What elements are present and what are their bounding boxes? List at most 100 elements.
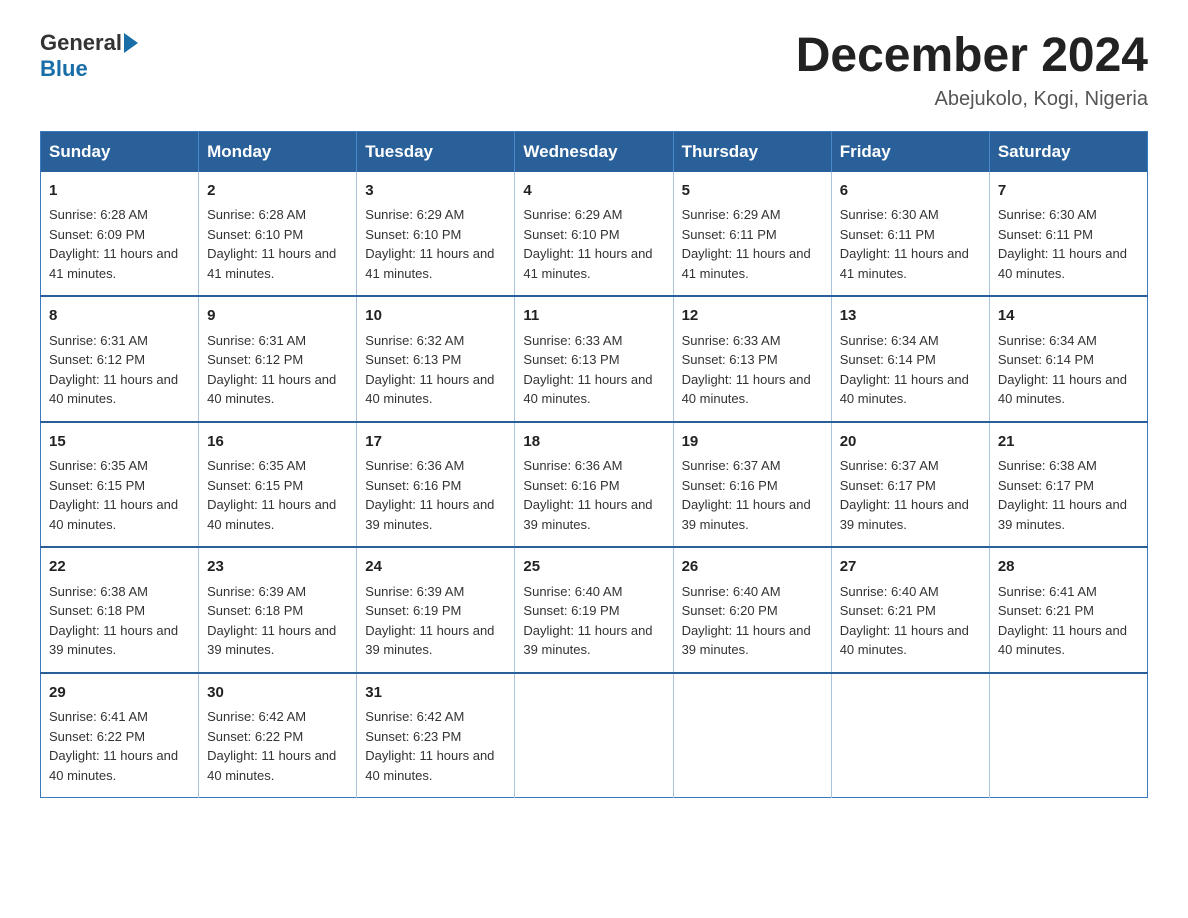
calendar-body: 1 Sunrise: 6:28 AMSunset: 6:09 PMDayligh… (41, 172, 1148, 798)
day-info: Sunrise: 6:41 AMSunset: 6:21 PMDaylight:… (998, 584, 1127, 658)
day-info: Sunrise: 6:38 AMSunset: 6:18 PMDaylight:… (49, 584, 178, 658)
day-info: Sunrise: 6:37 AMSunset: 6:17 PMDaylight:… (840, 458, 969, 532)
month-title: December 2024 (796, 30, 1148, 83)
calendar-cell: 8 Sunrise: 6:31 AMSunset: 6:12 PMDayligh… (41, 296, 199, 422)
location: Abejukolo, Kogi, Nigeria (796, 88, 1148, 111)
day-number: 7 (998, 180, 1139, 203)
calendar-cell: 14 Sunrise: 6:34 AMSunset: 6:14 PMDaylig… (989, 296, 1147, 422)
logo-general: General (40, 30, 122, 56)
day-number: 16 (207, 431, 348, 454)
calendar-week-2: 8 Sunrise: 6:31 AMSunset: 6:12 PMDayligh… (41, 296, 1148, 422)
day-info: Sunrise: 6:36 AMSunset: 6:16 PMDaylight:… (365, 458, 494, 532)
day-number: 17 (365, 431, 506, 454)
day-info: Sunrise: 6:31 AMSunset: 6:12 PMDaylight:… (49, 333, 178, 407)
day-number: 26 (682, 556, 823, 579)
day-info: Sunrise: 6:34 AMSunset: 6:14 PMDaylight:… (840, 333, 969, 407)
day-number: 13 (840, 305, 981, 328)
calendar-cell: 26 Sunrise: 6:40 AMSunset: 6:20 PMDaylig… (673, 547, 831, 673)
day-number: 11 (523, 305, 664, 328)
day-info: Sunrise: 6:34 AMSunset: 6:14 PMDaylight:… (998, 333, 1127, 407)
calendar-cell: 9 Sunrise: 6:31 AMSunset: 6:12 PMDayligh… (199, 296, 357, 422)
calendar-cell: 5 Sunrise: 6:29 AMSunset: 6:11 PMDayligh… (673, 172, 831, 297)
day-info: Sunrise: 6:29 AMSunset: 6:11 PMDaylight:… (682, 207, 811, 281)
calendar-cell: 3 Sunrise: 6:29 AMSunset: 6:10 PMDayligh… (357, 172, 515, 297)
calendar-cell: 6 Sunrise: 6:30 AMSunset: 6:11 PMDayligh… (831, 172, 989, 297)
header-day-monday: Monday (199, 131, 357, 172)
day-number: 6 (840, 180, 981, 203)
calendar-cell: 13 Sunrise: 6:34 AMSunset: 6:14 PMDaylig… (831, 296, 989, 422)
calendar-cell: 11 Sunrise: 6:33 AMSunset: 6:13 PMDaylig… (515, 296, 673, 422)
day-info: Sunrise: 6:37 AMSunset: 6:16 PMDaylight:… (682, 458, 811, 532)
day-info: Sunrise: 6:35 AMSunset: 6:15 PMDaylight:… (49, 458, 178, 532)
calendar-cell: 2 Sunrise: 6:28 AMSunset: 6:10 PMDayligh… (199, 172, 357, 297)
calendar-cell: 25 Sunrise: 6:40 AMSunset: 6:19 PMDaylig… (515, 547, 673, 673)
day-number: 22 (49, 556, 190, 579)
day-info: Sunrise: 6:40 AMSunset: 6:21 PMDaylight:… (840, 584, 969, 658)
calendar-cell: 7 Sunrise: 6:30 AMSunset: 6:11 PMDayligh… (989, 172, 1147, 297)
day-info: Sunrise: 6:40 AMSunset: 6:19 PMDaylight:… (523, 584, 652, 658)
day-info: Sunrise: 6:42 AMSunset: 6:23 PMDaylight:… (365, 709, 494, 783)
calendar-cell (673, 673, 831, 798)
logo: General Blue (40, 30, 140, 82)
calendar-cell: 31 Sunrise: 6:42 AMSunset: 6:23 PMDaylig… (357, 673, 515, 798)
day-number: 9 (207, 305, 348, 328)
calendar-cell: 16 Sunrise: 6:35 AMSunset: 6:15 PMDaylig… (199, 422, 357, 548)
day-info: Sunrise: 6:30 AMSunset: 6:11 PMDaylight:… (840, 207, 969, 281)
day-number: 2 (207, 180, 348, 203)
day-info: Sunrise: 6:35 AMSunset: 6:15 PMDaylight:… (207, 458, 336, 532)
logo-blue: Blue (40, 56, 88, 82)
day-number: 23 (207, 556, 348, 579)
day-number: 27 (840, 556, 981, 579)
day-number: 24 (365, 556, 506, 579)
calendar-header: SundayMondayTuesdayWednesdayThursdayFrid… (41, 131, 1148, 172)
calendar-cell: 23 Sunrise: 6:39 AMSunset: 6:18 PMDaylig… (199, 547, 357, 673)
day-number: 25 (523, 556, 664, 579)
day-info: Sunrise: 6:31 AMSunset: 6:12 PMDaylight:… (207, 333, 336, 407)
day-number: 30 (207, 682, 348, 705)
day-number: 4 (523, 180, 664, 203)
calendar-cell: 24 Sunrise: 6:39 AMSunset: 6:19 PMDaylig… (357, 547, 515, 673)
calendar-cell: 15 Sunrise: 6:35 AMSunset: 6:15 PMDaylig… (41, 422, 199, 548)
calendar-week-4: 22 Sunrise: 6:38 AMSunset: 6:18 PMDaylig… (41, 547, 1148, 673)
day-info: Sunrise: 6:42 AMSunset: 6:22 PMDaylight:… (207, 709, 336, 783)
calendar-cell (831, 673, 989, 798)
calendar-cell: 27 Sunrise: 6:40 AMSunset: 6:21 PMDaylig… (831, 547, 989, 673)
calendar-week-5: 29 Sunrise: 6:41 AMSunset: 6:22 PMDaylig… (41, 673, 1148, 798)
day-number: 18 (523, 431, 664, 454)
calendar-cell: 12 Sunrise: 6:33 AMSunset: 6:13 PMDaylig… (673, 296, 831, 422)
header-day-tuesday: Tuesday (357, 131, 515, 172)
day-number: 8 (49, 305, 190, 328)
day-info: Sunrise: 6:28 AMSunset: 6:10 PMDaylight:… (207, 207, 336, 281)
header-row: SundayMondayTuesdayWednesdayThursdayFrid… (41, 131, 1148, 172)
header-day-wednesday: Wednesday (515, 131, 673, 172)
page-header: General Blue December 2024 Abejukolo, Ko… (40, 30, 1148, 111)
calendar-cell: 18 Sunrise: 6:36 AMSunset: 6:16 PMDaylig… (515, 422, 673, 548)
day-number: 10 (365, 305, 506, 328)
calendar-cell: 21 Sunrise: 6:38 AMSunset: 6:17 PMDaylig… (989, 422, 1147, 548)
day-info: Sunrise: 6:39 AMSunset: 6:19 PMDaylight:… (365, 584, 494, 658)
day-info: Sunrise: 6:28 AMSunset: 6:09 PMDaylight:… (49, 207, 178, 281)
calendar-cell: 29 Sunrise: 6:41 AMSunset: 6:22 PMDaylig… (41, 673, 199, 798)
day-number: 31 (365, 682, 506, 705)
logo-text: General (40, 30, 140, 56)
calendar-cell: 10 Sunrise: 6:32 AMSunset: 6:13 PMDaylig… (357, 296, 515, 422)
calendar-cell: 17 Sunrise: 6:36 AMSunset: 6:16 PMDaylig… (357, 422, 515, 548)
day-number: 1 (49, 180, 190, 203)
day-number: 3 (365, 180, 506, 203)
day-info: Sunrise: 6:29 AMSunset: 6:10 PMDaylight:… (523, 207, 652, 281)
logo-arrow-icon (124, 33, 138, 53)
calendar-week-1: 1 Sunrise: 6:28 AMSunset: 6:09 PMDayligh… (41, 172, 1148, 297)
title-area: December 2024 Abejukolo, Kogi, Nigeria (796, 30, 1148, 111)
day-number: 20 (840, 431, 981, 454)
day-info: Sunrise: 6:33 AMSunset: 6:13 PMDaylight:… (682, 333, 811, 407)
day-info: Sunrise: 6:32 AMSunset: 6:13 PMDaylight:… (365, 333, 494, 407)
day-info: Sunrise: 6:38 AMSunset: 6:17 PMDaylight:… (998, 458, 1127, 532)
day-number: 28 (998, 556, 1139, 579)
calendar-table: SundayMondayTuesdayWednesdayThursdayFrid… (40, 131, 1148, 799)
calendar-cell: 28 Sunrise: 6:41 AMSunset: 6:21 PMDaylig… (989, 547, 1147, 673)
calendar-week-3: 15 Sunrise: 6:35 AMSunset: 6:15 PMDaylig… (41, 422, 1148, 548)
day-info: Sunrise: 6:30 AMSunset: 6:11 PMDaylight:… (998, 207, 1127, 281)
calendar-cell: 20 Sunrise: 6:37 AMSunset: 6:17 PMDaylig… (831, 422, 989, 548)
calendar-cell (989, 673, 1147, 798)
header-day-thursday: Thursday (673, 131, 831, 172)
